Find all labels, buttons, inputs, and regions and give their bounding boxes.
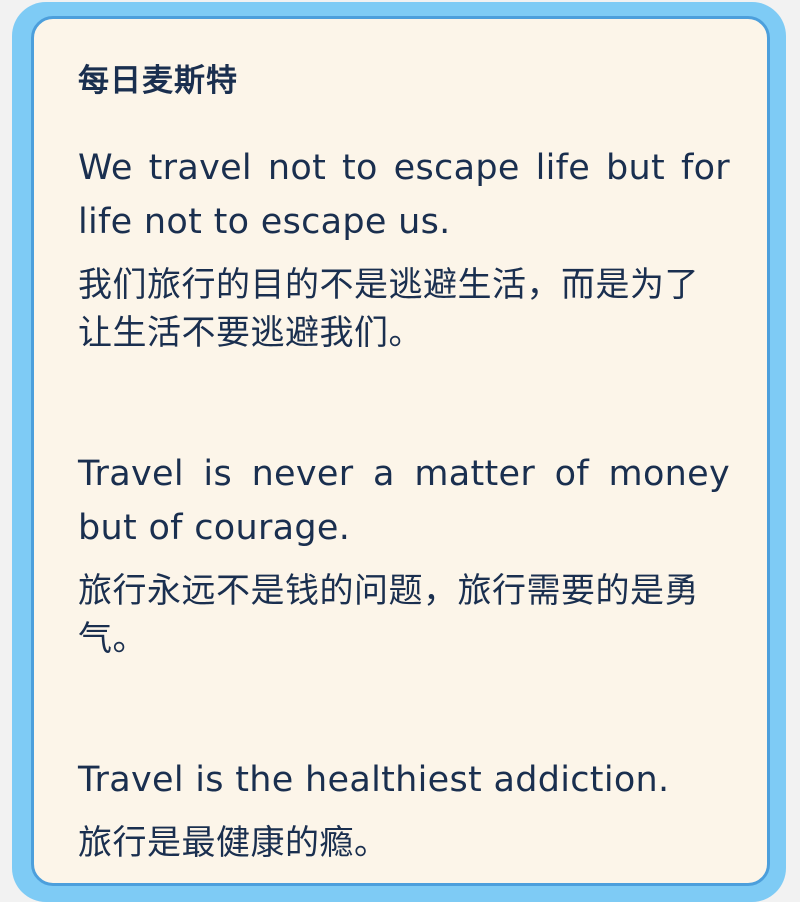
- quote-item: Travel is the healthiest addiction. 旅行是最…: [78, 753, 730, 867]
- quote-chinese-text: 旅行是最健康的瘾。: [78, 823, 389, 863]
- quote-item: We travel not to escape life but for lif…: [78, 141, 730, 357]
- quote-english-text: Travel is the healthiest addiction.: [78, 760, 670, 800]
- quote-chinese-text: 我们旅行的目的不是逃避生活，而是为了让生活不要逃避我们。: [78, 265, 699, 353]
- quote-english-text: Travel is never a matter of money but of…: [78, 454, 730, 548]
- quote-item: Travel is never a matter of money but of…: [78, 447, 730, 663]
- quote-card: 每日麦斯特 We travel not to escape life but f…: [31, 16, 770, 886]
- quote-english-text: We travel not to escape life but for lif…: [78, 148, 730, 242]
- card-title: 每日麦斯特: [78, 63, 238, 99]
- quote-chinese-text: 旅行永远不是钱的问题，旅行需要的是勇气。: [78, 571, 699, 659]
